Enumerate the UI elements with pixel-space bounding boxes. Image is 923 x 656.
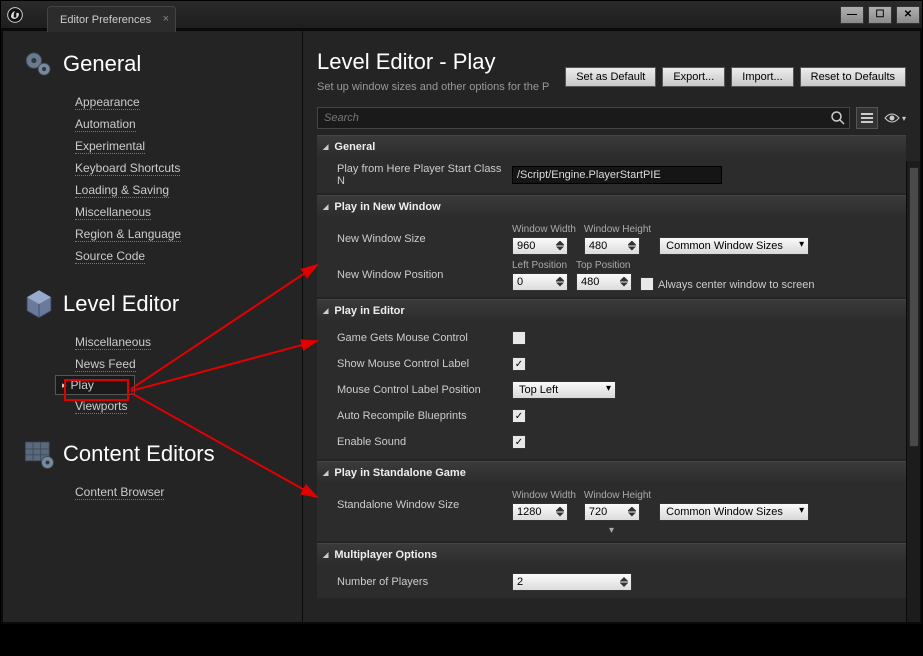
sidebar-group-title: Level Editor bbox=[63, 291, 179, 317]
new-window-size-label: New Window Size bbox=[317, 233, 512, 245]
close-button[interactable]: ✕ bbox=[896, 6, 920, 24]
visibility-filter-button[interactable]: ▾ bbox=[884, 112, 906, 124]
game-gets-mouse-control-checkbox[interactable] bbox=[512, 331, 526, 345]
minimize-button[interactable]: — bbox=[840, 6, 864, 24]
reset-to-defaults-button[interactable]: Reset to Defaults bbox=[800, 67, 906, 87]
number-of-players-label: Number of Players bbox=[317, 576, 512, 588]
show-mouse-control-label-checkbox[interactable]: ✓ bbox=[512, 357, 526, 371]
vertical-scrollbar[interactable] bbox=[906, 161, 920, 622]
enable-sound-checkbox[interactable]: ✓ bbox=[512, 435, 526, 449]
standalone-height-spinner[interactable]: 720 bbox=[584, 503, 640, 521]
mouse-control-label-position-dropdown[interactable]: Top Left bbox=[512, 381, 616, 399]
sidebar-item-source-code[interactable]: Source Code bbox=[75, 245, 290, 267]
sidebar-item-viewports[interactable]: Viewports bbox=[75, 395, 290, 417]
enable-sound-label: Enable Sound bbox=[317, 436, 512, 448]
sidebar-item-content-browser[interactable]: Content Browser bbox=[75, 481, 290, 503]
top-position-spinner[interactable]: 480 bbox=[576, 273, 632, 291]
left-position-spinner[interactable]: 0 bbox=[512, 273, 568, 291]
sidebar-item-le-miscellaneous[interactable]: Miscellaneous bbox=[75, 331, 290, 353]
always-center-label: Always center window to screen bbox=[658, 279, 815, 291]
standalone-common-sizes-dropdown[interactable]: Common Window Sizes bbox=[659, 503, 809, 521]
window-width-spinner[interactable]: 960 bbox=[512, 237, 568, 255]
new-window-position-label: New Window Position bbox=[317, 269, 512, 281]
expand-toggle[interactable]: ▾ bbox=[317, 523, 906, 537]
section-header-standalone[interactable]: Play in Standalone Game bbox=[317, 461, 906, 483]
sidebar-group-level-editor: Level Editor Miscellaneous News Feed Pla… bbox=[15, 287, 290, 417]
sidebar-item-play[interactable]: Play bbox=[55, 375, 135, 395]
sidebar-item-experimental[interactable]: Experimental bbox=[75, 135, 290, 157]
sidebar-item-appearance[interactable]: Appearance bbox=[75, 91, 290, 113]
list-view-button[interactable] bbox=[856, 107, 878, 129]
section-header-general[interactable]: General bbox=[317, 135, 906, 157]
number-of-players-spinner[interactable]: 2 bbox=[512, 573, 632, 591]
standalone-window-size-label: Standalone Window Size bbox=[317, 499, 512, 511]
sidebar-group-content-editors: Content Editors Content Browser bbox=[15, 437, 290, 503]
scrollbar-thumb[interactable] bbox=[909, 167, 919, 447]
grid-gear-icon bbox=[22, 437, 56, 471]
main-panel: Level Editor - Play Set up window sizes … bbox=[303, 31, 920, 622]
game-gets-mouse-control-label: Game Gets Mouse Control bbox=[317, 332, 512, 344]
mouse-control-label-position-label: Mouse Control Label Position bbox=[317, 384, 512, 396]
sidebar-item-keyboard-shortcuts[interactable]: Keyboard Shortcuts bbox=[75, 157, 290, 179]
tab-editor-preferences[interactable]: Editor Preferences × bbox=[47, 6, 176, 32]
play-from-here-input[interactable] bbox=[512, 166, 722, 184]
sidebar-group-general: General Appearance Automation Experiment… bbox=[15, 47, 290, 267]
section-header-play-in-editor[interactable]: Play in Editor bbox=[317, 299, 906, 321]
sidebar-item-news-feed[interactable]: News Feed bbox=[75, 353, 290, 375]
standalone-width-spinner[interactable]: 1280 bbox=[512, 503, 568, 521]
tab-close-icon[interactable]: × bbox=[163, 13, 169, 25]
show-mouse-control-label-label: Show Mouse Control Label bbox=[317, 358, 512, 370]
sidebar-group-title: General bbox=[63, 51, 141, 77]
import-button[interactable]: Import... bbox=[731, 67, 793, 87]
search-input[interactable] bbox=[317, 107, 850, 129]
window-height-spinner[interactable]: 480 bbox=[584, 237, 640, 255]
sidebar-item-region-language[interactable]: Region & Language bbox=[75, 223, 290, 245]
page-title: Level Editor - Play bbox=[317, 49, 549, 75]
section-header-new-window[interactable]: Play in New Window bbox=[317, 195, 906, 217]
list-icon bbox=[860, 111, 874, 125]
sidebar-item-miscellaneous[interactable]: Miscellaneous bbox=[75, 201, 290, 223]
gears-icon bbox=[22, 47, 56, 81]
section-general: General Play from Here Player Start Clas… bbox=[317, 135, 906, 193]
section-play-new-window: Play in New Window New Window Size Windo… bbox=[317, 195, 906, 297]
auto-recompile-blueprints-label: Auto Recompile Blueprints bbox=[317, 410, 512, 422]
sidebar: General Appearance Automation Experiment… bbox=[3, 31, 303, 622]
editor-preferences-window: — ☐ ✕ Editor Preferences × bbox=[0, 0, 923, 625]
auto-recompile-blueprints-checkbox[interactable]: ✓ bbox=[512, 409, 526, 423]
eye-icon bbox=[884, 112, 900, 124]
section-play-standalone: Play in Standalone Game Standalone Windo… bbox=[317, 461, 906, 541]
section-multiplayer: Multiplayer Options Number of Players 2 bbox=[317, 543, 906, 598]
play-from-here-label: Play from Here Player Start Class N bbox=[317, 163, 512, 187]
tab-label: Editor Preferences bbox=[60, 14, 151, 26]
section-play-in-editor: Play in Editor Game Gets Mouse Control S… bbox=[317, 299, 906, 459]
export-button[interactable]: Export... bbox=[662, 67, 725, 87]
set-as-default-button[interactable]: Set as Default bbox=[565, 67, 656, 87]
sidebar-item-automation[interactable]: Automation bbox=[75, 113, 290, 135]
unreal-logo-icon bbox=[7, 7, 23, 23]
cube-icon bbox=[22, 287, 56, 321]
sidebar-item-loading-saving[interactable]: Loading & Saving bbox=[75, 179, 290, 201]
sidebar-group-title: Content Editors bbox=[63, 441, 215, 467]
common-window-sizes-dropdown[interactable]: Common Window Sizes bbox=[659, 237, 809, 255]
page-subtitle: Set up window sizes and other options fo… bbox=[317, 81, 549, 93]
search-icon bbox=[830, 110, 846, 126]
section-header-multiplayer[interactable]: Multiplayer Options bbox=[317, 543, 906, 565]
maximize-button[interactable]: ☐ bbox=[868, 6, 892, 24]
always-center-checkbox[interactable] bbox=[640, 277, 654, 291]
